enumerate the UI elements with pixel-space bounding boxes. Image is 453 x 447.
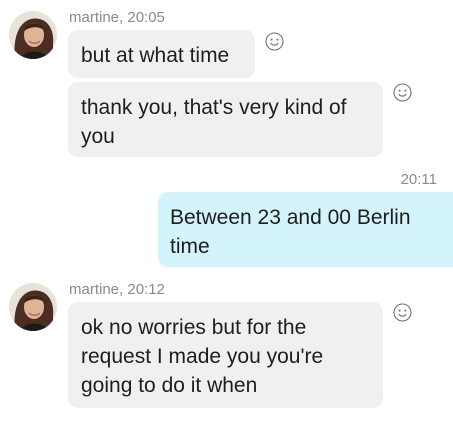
message-bubble[interactable]: but at what time xyxy=(68,30,255,78)
add-reaction-icon[interactable] xyxy=(265,32,284,51)
message-text: ok no worries but for the request I made… xyxy=(81,316,324,397)
message-bubble[interactable]: ok no worries but for the request I made… xyxy=(68,302,383,408)
message-bubble[interactable]: Between 23 and 00 Berlin time xyxy=(158,192,453,267)
message-text: Between 23 and 00 Berlin time xyxy=(170,206,411,258)
message-timestamp: 20:11 xyxy=(400,171,437,188)
message-bubble[interactable]: thank you, that's very kind of you xyxy=(68,82,383,157)
message-meta: martine, 20:12 xyxy=(69,281,165,298)
message-meta: martine, 20:05 xyxy=(69,9,165,26)
add-reaction-icon[interactable] xyxy=(393,83,412,102)
avatar[interactable] xyxy=(9,11,57,59)
message-text: but at what time xyxy=(81,44,230,67)
add-reaction-icon[interactable] xyxy=(393,303,412,322)
message-text: thank you, that's very kind of you xyxy=(81,96,347,148)
avatar[interactable] xyxy=(9,283,57,331)
